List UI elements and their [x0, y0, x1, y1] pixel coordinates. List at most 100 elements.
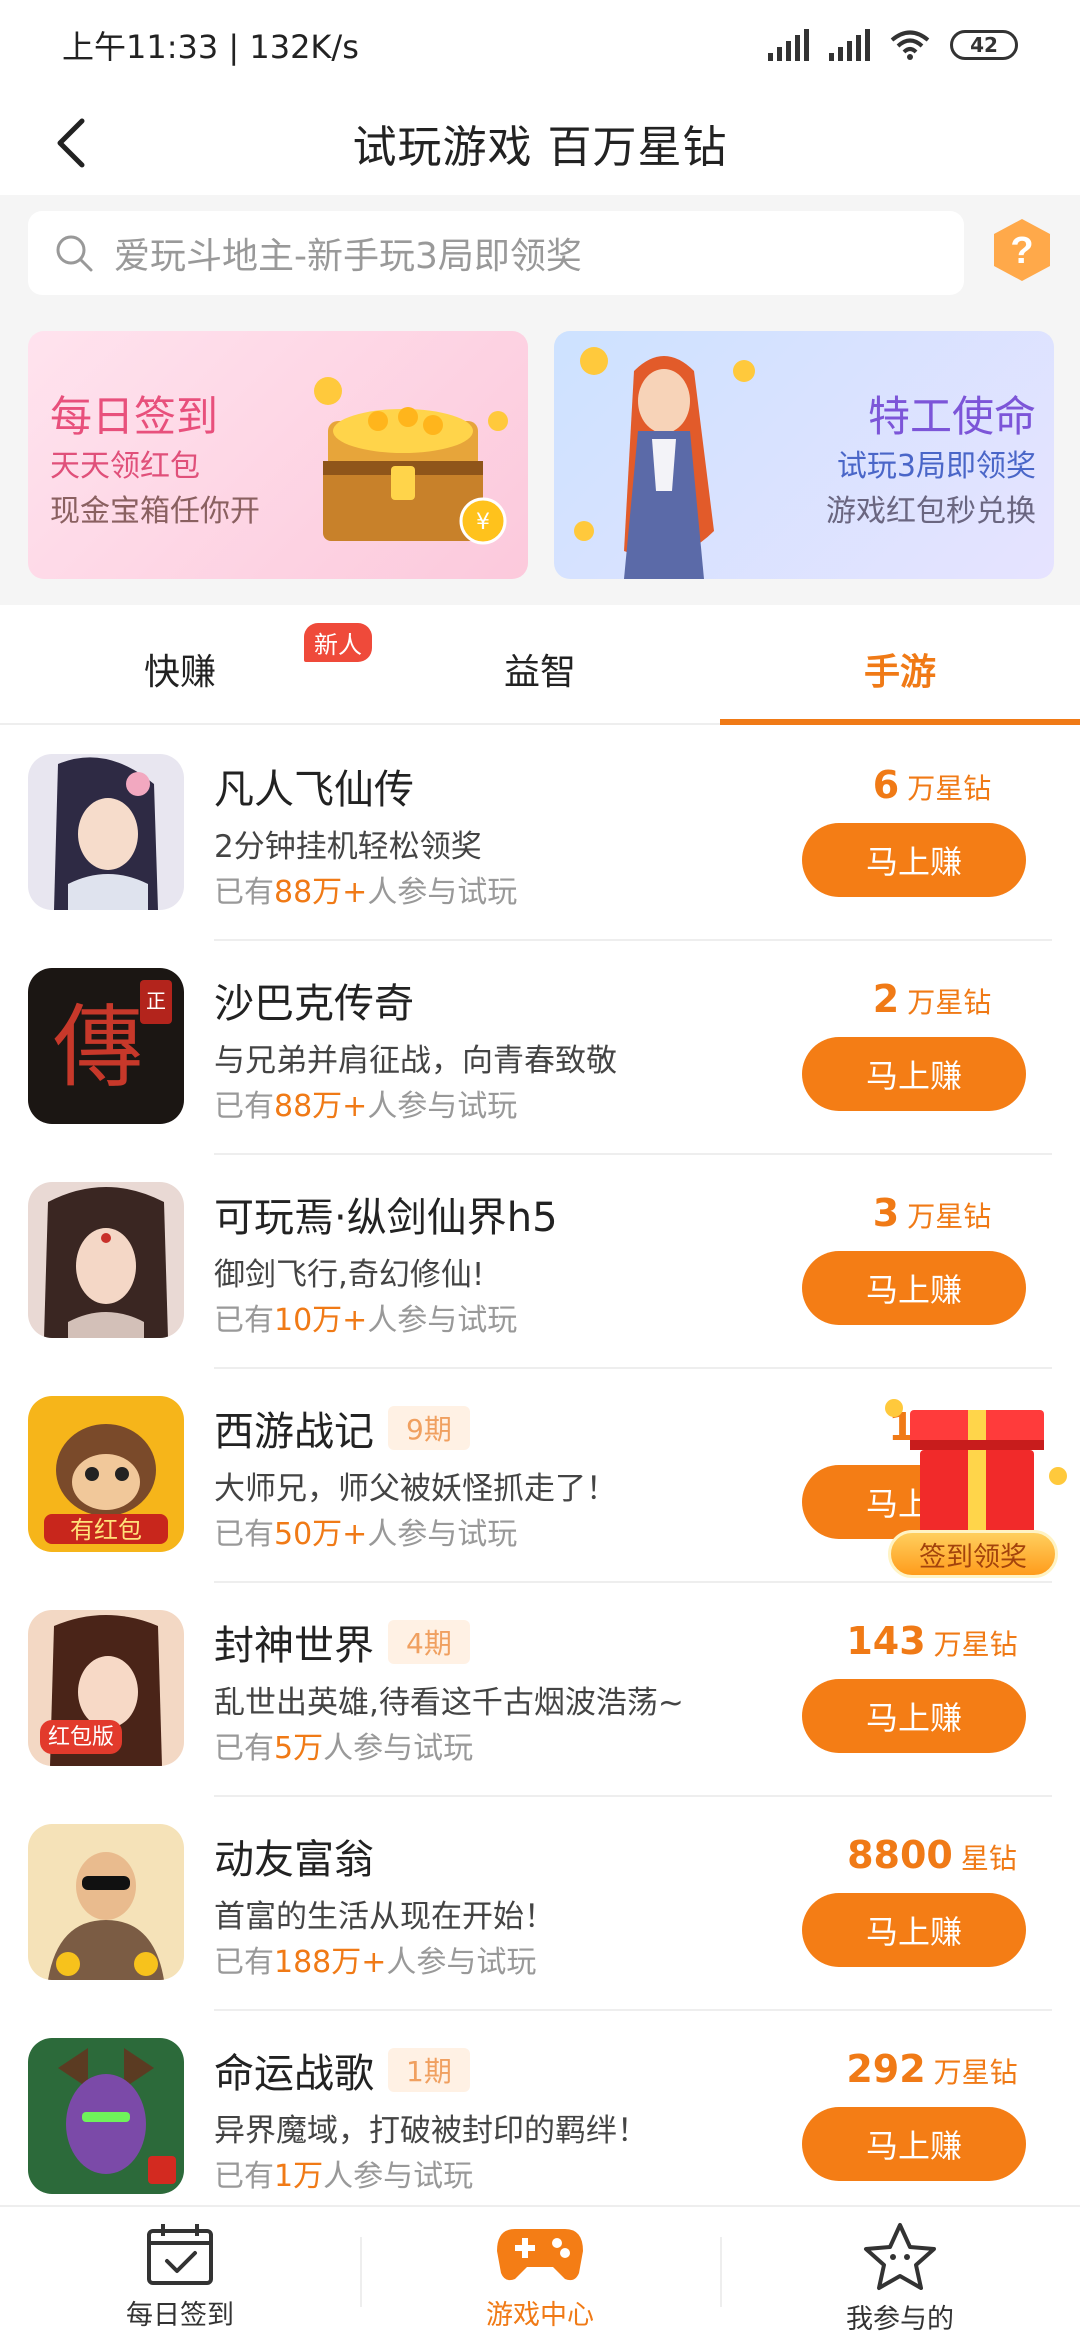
game-icon-mingyun[interactable]: [28, 2038, 184, 2194]
signal-icon: [768, 29, 809, 61]
reward-value: 8800: [847, 1833, 953, 1877]
game-name-text: 可玩焉·纵剑仙界h5: [214, 1195, 558, 1241]
game-name: 可玩焉·纵剑仙界h5: [214, 1185, 558, 1243]
period-badge: 9期: [388, 1406, 470, 1450]
search-input[interactable]: 爱玩斗地主-新手玩3局即领奖: [28, 211, 964, 295]
game-name: 凡人飞仙传: [214, 757, 414, 815]
earn-now-button[interactable]: 马上赚: [802, 1251, 1026, 1325]
reward-unit: 万星钻: [907, 1200, 992, 1233]
game-desc: 大师兄，师父被妖怪抓走了！: [214, 1471, 617, 1507]
back-button[interactable]: [36, 108, 106, 178]
game-row[interactable]: 傳正 沙巴克传奇 与兄弟并肩征战，向青春致敬 已有88万+人参与试玩 2 万星钻 …: [0, 941, 1080, 1155]
game-icon-fengshen[interactable]: 红包版: [28, 1610, 184, 1766]
game-icon-shabake[interactable]: 傳正: [28, 968, 184, 1124]
players-prefix: 已有: [214, 1945, 274, 1980]
game-row[interactable]: 命运战歌 1期 异界魔域，打破被封印的羁绊！ 已有1万人参与试玩 292 万星钻 马…: [0, 2011, 1080, 2225]
agent-mission-banner[interactable]: 特工使命 试玩3局即领奖 游戏红包秒兑换: [554, 331, 1054, 579]
tab-label: 益智: [503, 652, 576, 693]
battery-icon: 42: [950, 30, 1018, 60]
tab-puzzle[interactable]: 益智: [360, 615, 720, 723]
game-name-text: 封神世界: [214, 1623, 374, 1669]
svg-text:¥: ¥: [476, 510, 490, 535]
banner-desc: 游戏红包秒兑换: [826, 494, 1036, 529]
nav-label: 游戏中心: [486, 2300, 594, 2331]
reward-value: 3: [872, 1191, 900, 1235]
status-icons: 42: [768, 29, 1018, 61]
nav-my-participation[interactable]: 我参与的: [720, 2207, 1080, 2340]
game-players: 已有88万+人参与试玩: [214, 867, 517, 911]
wifi-icon: [890, 30, 930, 60]
players-count: 88万+: [274, 1089, 368, 1124]
players-prefix: 已有: [214, 875, 274, 910]
status-bar: 上午11:33 | 132K/s 42: [0, 0, 1080, 90]
players-suffix: 人参与试玩: [367, 1089, 518, 1124]
reward-unit: 万星钻: [933, 1628, 1018, 1661]
banner-desc: 现金宝箱任你开: [50, 494, 260, 529]
nav-game-center[interactable]: 游戏中心: [360, 2207, 720, 2340]
game-name-text: 沙巴克传奇: [214, 981, 414, 1027]
reward-amount: 8800 星钻: [820, 1833, 1044, 1877]
tab-mobile-games[interactable]: 手游: [720, 615, 1080, 725]
game-icon-dongyou[interactable]: [28, 1824, 184, 1980]
svg-text:红包版: 红包版: [48, 1725, 114, 1750]
banner-title: 特工使命: [867, 392, 1036, 441]
reward-amount: 292 万星钻: [820, 2047, 1044, 2091]
chevron-left-icon: [57, 118, 85, 168]
gamepad-icon: [497, 2229, 583, 2281]
game-players: 已有88万+人参与试玩: [214, 1081, 517, 1125]
earn-now-button[interactable]: 马上赚: [802, 1893, 1026, 1967]
nav-label: 我参与的: [846, 2304, 954, 2335]
earn-now-button[interactable]: 马上赚: [802, 2107, 1026, 2181]
game-row[interactable]: 可玩焉·纵剑仙界h5 御剑飞行,奇幻修仙! 已有10万+人参与试玩 3 万星钻 马…: [0, 1155, 1080, 1369]
game-name-text: 西游战记: [214, 1409, 374, 1455]
game-name: 命运战歌 1期: [214, 2041, 470, 2099]
game-row[interactable]: 凡人飞仙传 2分钟挂机轻松领奖 已有88万+人参与试玩 6 万星钻 马上赚: [0, 727, 1080, 941]
game-icon-kewanyan[interactable]: [28, 1182, 184, 1338]
hd-signal-icon: [829, 29, 870, 61]
players-suffix: 人参与试玩: [367, 1303, 518, 1338]
game-name: 西游战记 9期: [214, 1399, 470, 1457]
players-count: 1万: [274, 2159, 324, 2194]
new-user-badge: 新人: [304, 623, 372, 662]
game-desc: 2分钟挂机轻松领奖: [214, 829, 482, 865]
game-players: 已有5万人参与试玩: [214, 1723, 473, 1767]
search-placeholder: 爱玩斗地主-新手玩3局即领奖: [114, 236, 582, 277]
players-count: 10万+: [274, 1303, 368, 1338]
game-row[interactable]: 红包版 封神世界 4期 乱世出英雄,待看这千古烟波浩荡~ 已有5万人参与试玩 14…: [0, 1583, 1080, 1797]
gift-label: 签到领奖: [888, 1530, 1058, 1578]
players-count: 50万+: [274, 1517, 368, 1552]
earn-now-button[interactable]: 马上赚: [802, 1679, 1026, 1753]
players-prefix: 已有: [214, 1731, 274, 1766]
game-desc: 乱世出英雄,待看这千古烟波浩荡~: [214, 1685, 684, 1721]
floating-signin-gift[interactable]: 签到领奖: [880, 1390, 1070, 1590]
earn-now-button[interactable]: 马上赚: [802, 1037, 1026, 1111]
game-players: 已有188万+人参与试玩: [214, 1937, 536, 1981]
svg-text:傳: 傳: [53, 995, 143, 1100]
game-desc: 与兄弟并肩征战，向青春致敬: [214, 1043, 617, 1079]
character-illustration: [574, 347, 755, 579]
game-row[interactable]: 动友富翁 首富的生活从现在开始！ 已有188万+人参与试玩 8800 星钻 马上赚: [0, 1797, 1080, 2011]
game-desc: 首富的生活从现在开始！: [214, 1899, 555, 1935]
reward-value: 143: [846, 1619, 926, 1663]
gift-box-icon: [885, 1399, 1067, 1540]
game-players: 已有1万人参与试玩: [214, 2151, 473, 2195]
question-hexagon-icon: ?: [994, 219, 1050, 281]
daily-signin-banner[interactable]: 每日签到 天天领红包 现金宝箱任你开 ¥: [28, 331, 528, 579]
calendar-check-icon: [147, 2224, 213, 2285]
game-name-text: 命运战歌: [214, 2051, 374, 2097]
players-count: 188万+: [274, 1945, 387, 1980]
reward-value: 292: [846, 2047, 926, 2091]
players-suffix: 人参与试玩: [367, 1517, 518, 1552]
period-badge: 4期: [388, 1620, 470, 1664]
reward-value: 6: [872, 763, 900, 807]
help-button[interactable]: ?: [990, 217, 1054, 283]
players-prefix: 已有: [214, 2159, 274, 2194]
reward-unit: 万星钻: [907, 772, 992, 805]
game-icon-xiyou[interactable]: 有红包: [28, 1396, 184, 1552]
game-icon-fanren[interactable]: [28, 754, 184, 910]
players-suffix: 人参与试玩: [323, 1731, 474, 1766]
header: 试玩游戏 百万星钻: [0, 90, 1080, 195]
nav-daily-signin[interactable]: 每日签到: [0, 2207, 360, 2340]
svg-text:正: 正: [146, 989, 166, 1013]
earn-now-button[interactable]: 马上赚: [802, 823, 1026, 897]
